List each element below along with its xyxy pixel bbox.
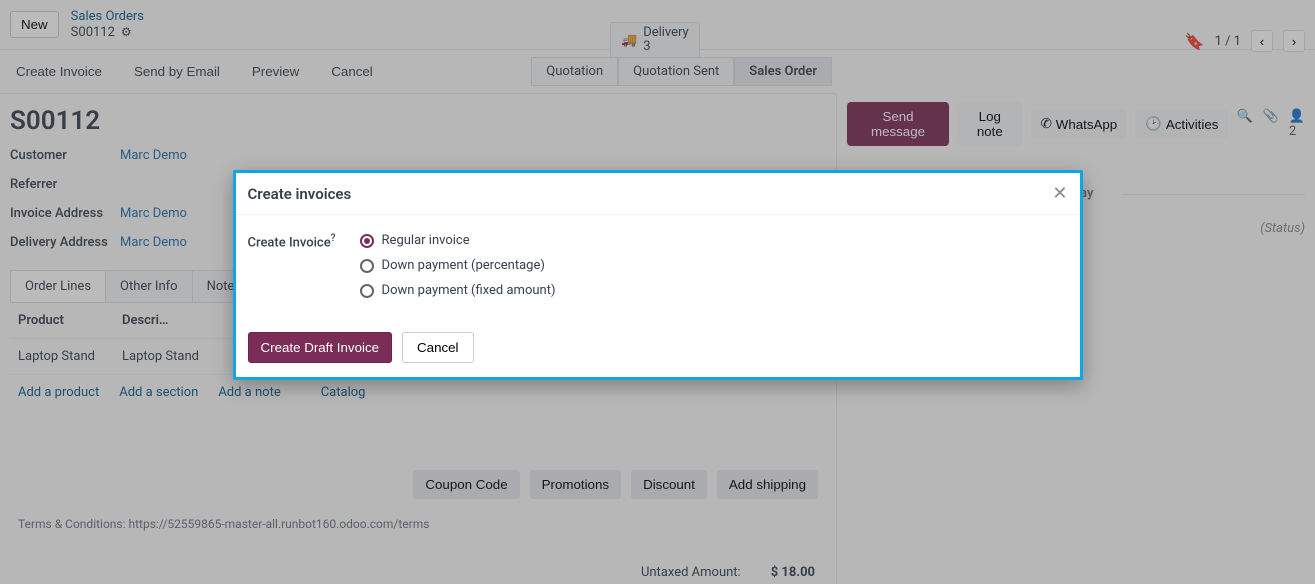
modal-title: Create invoices bbox=[248, 185, 352, 203]
close-icon[interactable]: ✕ bbox=[1052, 183, 1067, 204]
create-draft-invoice-button[interactable]: Create Draft Invoice bbox=[248, 332, 393, 363]
radio-icon bbox=[360, 259, 374, 273]
radio-regular[interactable]: Regular invoice bbox=[360, 233, 556, 248]
modal-overlay: Create invoices ✕ Create Invoice? Regula… bbox=[0, 0, 1315, 584]
create-invoices-modal: Create invoices ✕ Create Invoice? Regula… bbox=[233, 170, 1083, 380]
radio-icon bbox=[360, 284, 374, 298]
radio-icon bbox=[360, 234, 374, 248]
create-invoice-field-label: Create Invoice? bbox=[248, 233, 336, 298]
radio-down-fixed[interactable]: Down payment (fixed amount) bbox=[360, 283, 556, 298]
help-icon[interactable]: ? bbox=[331, 233, 336, 244]
modal-cancel-button[interactable]: Cancel bbox=[402, 332, 474, 363]
invoice-type-radios: Regular invoice Down payment (percentage… bbox=[360, 233, 556, 298]
radio-down-percentage[interactable]: Down payment (percentage) bbox=[360, 258, 556, 273]
